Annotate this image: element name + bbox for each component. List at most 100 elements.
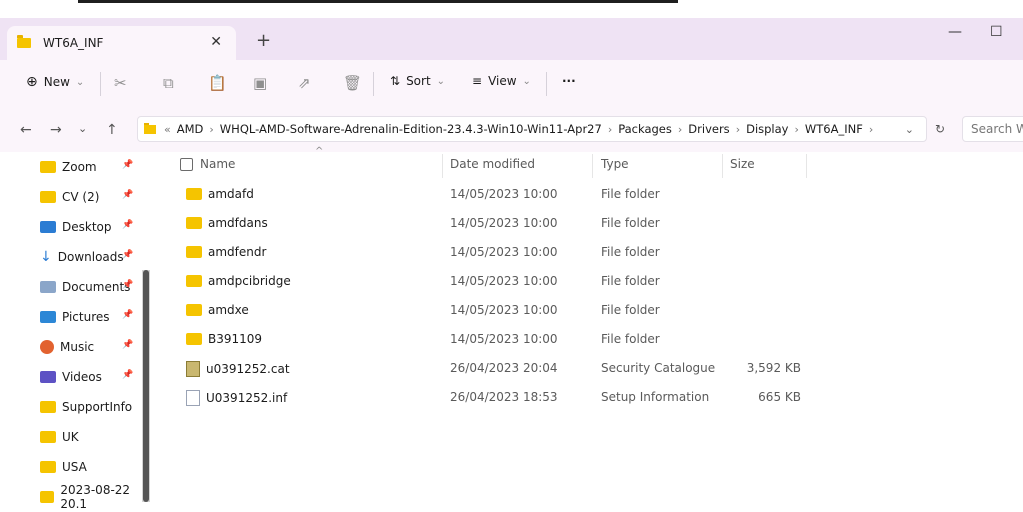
maximize-icon[interactable]: ☐ [990,24,1003,40]
column-divider[interactable] [592,154,593,178]
new-label: New [43,75,70,89]
plus-circle-icon: ⊕ [26,74,38,90]
file-row[interactable]: amdafd 14/05/2023 10:00 File folder [186,181,986,209]
column-divider[interactable] [806,154,807,178]
toolbar-divider [373,72,374,96]
videos-icon [40,371,56,383]
breadcrumb-whql[interactable]: WHQL-AMD-Software-Adrenalin-Edition-23.4… [220,122,602,136]
sidebar-item[interactable]: Pictures [40,302,150,332]
close-tab-icon[interactable]: ✕ [210,34,222,50]
sidebar-item[interactable]: 2023-08-22 20.1 [40,482,150,512]
sidebar-item[interactable]: UK [40,422,150,452]
chevron-down-icon: ⌄ [75,76,85,88]
sidebar-item-label: CV (2) [62,190,100,204]
sidebar-item[interactable]: SupportInfo [40,392,150,422]
file-list: Name ^ Date modified Type Size amdafd 14/… [150,146,1023,502]
pin-icon: 📌 [122,370,134,380]
column-header-date[interactable]: Date modified [450,152,535,176]
file-name: amdpcibridge [186,274,291,288]
file-row[interactable]: U0391252.inf 26/04/2023 18:53 Setup Inform… [186,384,986,412]
search-input[interactable]: Search W... [962,116,1023,142]
forward-icon[interactable]: → [50,122,62,138]
column-divider[interactable] [722,154,723,178]
chevron-right-icon[interactable]: › [794,123,798,136]
folder-icon [40,431,56,443]
column-header-type[interactable]: Type [601,152,629,176]
inf-file-icon [186,390,200,406]
breadcrumb-drivers[interactable]: Drivers [688,122,729,136]
file-date: 14/05/2023 10:00 [450,187,558,201]
refresh-icon[interactable]: ↻ [935,122,945,136]
chevron-right-icon[interactable]: › [209,123,213,136]
chevron-right-icon[interactable]: › [736,123,740,136]
address-dropdown-icon[interactable]: ⌄ [905,123,914,136]
sidebar-item[interactable]: Desktop [40,212,150,242]
file-row[interactable]: B391109 14/05/2023 10:00 File folder [186,326,986,354]
folder-icon [40,491,55,503]
sidebar-item[interactable]: ↓ Downloads [40,242,150,272]
view-button[interactable]: ≡ View ⌄ [472,74,531,88]
file-name-text: B391109 [208,332,263,346]
up-icon[interactable]: ↑ [106,122,118,138]
chevron-right-icon[interactable]: › [678,123,682,136]
back-icon[interactable]: ← [20,122,32,138]
breadcrumb-amd[interactable]: AMD [177,122,204,136]
breadcrumb-display[interactable]: Display [746,122,788,136]
overflow-icon[interactable]: « [164,123,171,136]
file-row[interactable]: u0391252.cat 26/04/2023 20:04 Security Cat… [186,355,986,383]
sidebar-scrollbar[interactable] [142,270,150,502]
copy-icon[interactable]: ⧉ [163,74,174,92]
file-row[interactable]: amdfendr 14/05/2023 10:00 File folder [186,239,986,267]
pin-icon: 📌 [122,160,134,170]
chevron-right-icon[interactable]: › [869,123,873,136]
file-type: File folder [601,274,660,288]
file-row[interactable]: amdpcibridge 14/05/2023 10:00 File folder [186,268,986,296]
documents-icon [40,281,56,293]
file-type: Setup Information [601,390,710,404]
sidebar-item-label: SupportInfo [62,400,133,414]
sidebar-item[interactable]: Videos [40,362,150,392]
view-icon: ≡ [472,74,483,88]
delete-icon[interactable]: 🗑 [343,74,362,92]
pin-icon: 📌 [122,190,134,200]
music-icon [40,340,54,354]
share-icon[interactable]: ⇗ [298,74,311,92]
sidebar-item[interactable]: USA [40,452,150,482]
sidebar-item-label: Zoom [62,160,97,174]
file-name: amdxe [186,303,249,317]
new-button[interactable]: ⊕ New ⌄ [26,74,84,90]
pin-icon: 📌 [122,340,134,350]
file-name-text: amdpcibridge [208,274,291,288]
top-black-bar [78,0,678,3]
more-options-button[interactable]: ··· [562,74,576,88]
recent-locations-icon[interactable]: ⌄ [78,122,87,135]
breadcrumb-wt6a-inf[interactable]: WT6A_INF [805,122,863,136]
new-tab-button[interactable]: + [256,30,271,51]
rename-icon[interactable]: ▣ [253,74,267,92]
file-row[interactable]: amdxe 14/05/2023 10:00 File folder [186,297,986,325]
sidebar-item[interactable]: CV (2) [40,182,150,212]
file-row[interactable]: amdfdans 14/05/2023 10:00 File folder [186,210,986,238]
address-bar[interactable]: « AMD › WHQL-AMD-Software-Adrenalin-Edit… [137,116,927,142]
tab-wt6a-inf[interactable]: WT6A_INF ✕ [7,26,236,60]
column-divider[interactable] [442,154,443,178]
breadcrumb-packages[interactable]: Packages [618,122,672,136]
chevron-right-icon[interactable]: › [608,123,612,136]
select-all-checkbox[interactable] [180,158,193,171]
paste-icon[interactable]: 📋 [208,74,227,92]
desktop-icon [40,221,56,233]
sidebar-item[interactable]: Music [40,332,150,362]
sidebar-item[interactable]: Zoom [40,152,150,182]
minimize-icon[interactable]: — [948,24,962,40]
command-bar: ⊕ New ⌄ ✂ ⧉ 📋 ▣ ⇗ 🗑 ⇅ Sort ⌄ ≡ View ⌄ ··… [0,60,1023,107]
file-type: File folder [601,245,660,259]
scrollbar-thumb[interactable] [143,270,149,502]
column-header-size[interactable]: Size [730,152,755,176]
cut-icon[interactable]: ✂ [114,74,127,92]
sidebar-item[interactable]: Documents [40,272,150,302]
sort-label: Sort [406,74,431,88]
sidebar-item-label: Desktop [62,220,112,234]
column-header-name[interactable]: Name [200,152,235,176]
catalog-icon [186,361,200,377]
sort-button[interactable]: ⇅ Sort ⌄ [390,74,445,88]
